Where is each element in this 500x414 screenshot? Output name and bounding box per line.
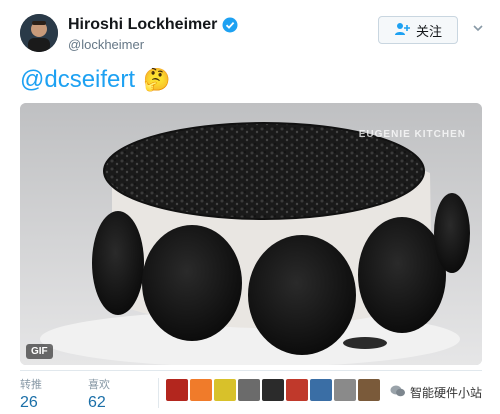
user-avatar[interactable] (20, 14, 58, 52)
liker-avatar[interactable] (262, 379, 284, 401)
avatar-image (20, 14, 58, 52)
like-count: 62 (88, 394, 106, 411)
gif-badge: GIF (26, 344, 53, 359)
user-name-row: Hiroshi Lockheimer (68, 16, 238, 34)
wechat-icon (390, 384, 406, 401)
liker-avatar[interactable] (286, 379, 308, 401)
watermark-text: 智能硬件小站 (410, 386, 483, 400)
user-handle[interactable]: @lockheimer (68, 37, 144, 52)
mention-link[interactable]: @dcseifert (20, 66, 135, 94)
gif-media[interactable]: EUGENIE KITCHEN GIF (20, 103, 482, 365)
like-stat[interactable]: 喜欢 62 (88, 376, 110, 412)
oreo-cake-image (20, 103, 482, 365)
verified-badge-icon (222, 17, 238, 33)
liker-avatar[interactable] (214, 379, 236, 401)
divider (20, 370, 482, 371)
divider (158, 378, 159, 408)
add-user-icon (394, 22, 410, 39)
wechat-watermark: 智能硬件小站 (390, 384, 482, 401)
liker-avatars (166, 379, 380, 401)
liker-avatar[interactable] (358, 379, 380, 401)
liker-avatar[interactable] (238, 379, 260, 401)
retweet-stat[interactable]: 转推 26 (20, 376, 42, 412)
like-label: 喜欢 (88, 379, 110, 391)
liker-avatar[interactable] (310, 379, 332, 401)
chevron-down-icon[interactable] (471, 21, 485, 35)
user-name[interactable]: Hiroshi Lockheimer (68, 16, 217, 34)
retweet-count: 26 (20, 394, 38, 411)
follow-button[interactable]: 关注 (378, 16, 458, 44)
liker-avatar[interactable] (166, 379, 188, 401)
thinking-face-emoji: 🤔 (143, 67, 171, 92)
follow-button-label: 关注 (415, 23, 442, 39)
retweet-label: 转推 (20, 379, 42, 391)
media-watermark: EUGENIE KITCHEN (358, 129, 466, 140)
liker-avatar[interactable] (334, 379, 356, 401)
tweet-text: @dcseifert 🤔 (20, 66, 170, 94)
liker-avatar[interactable] (190, 379, 212, 401)
